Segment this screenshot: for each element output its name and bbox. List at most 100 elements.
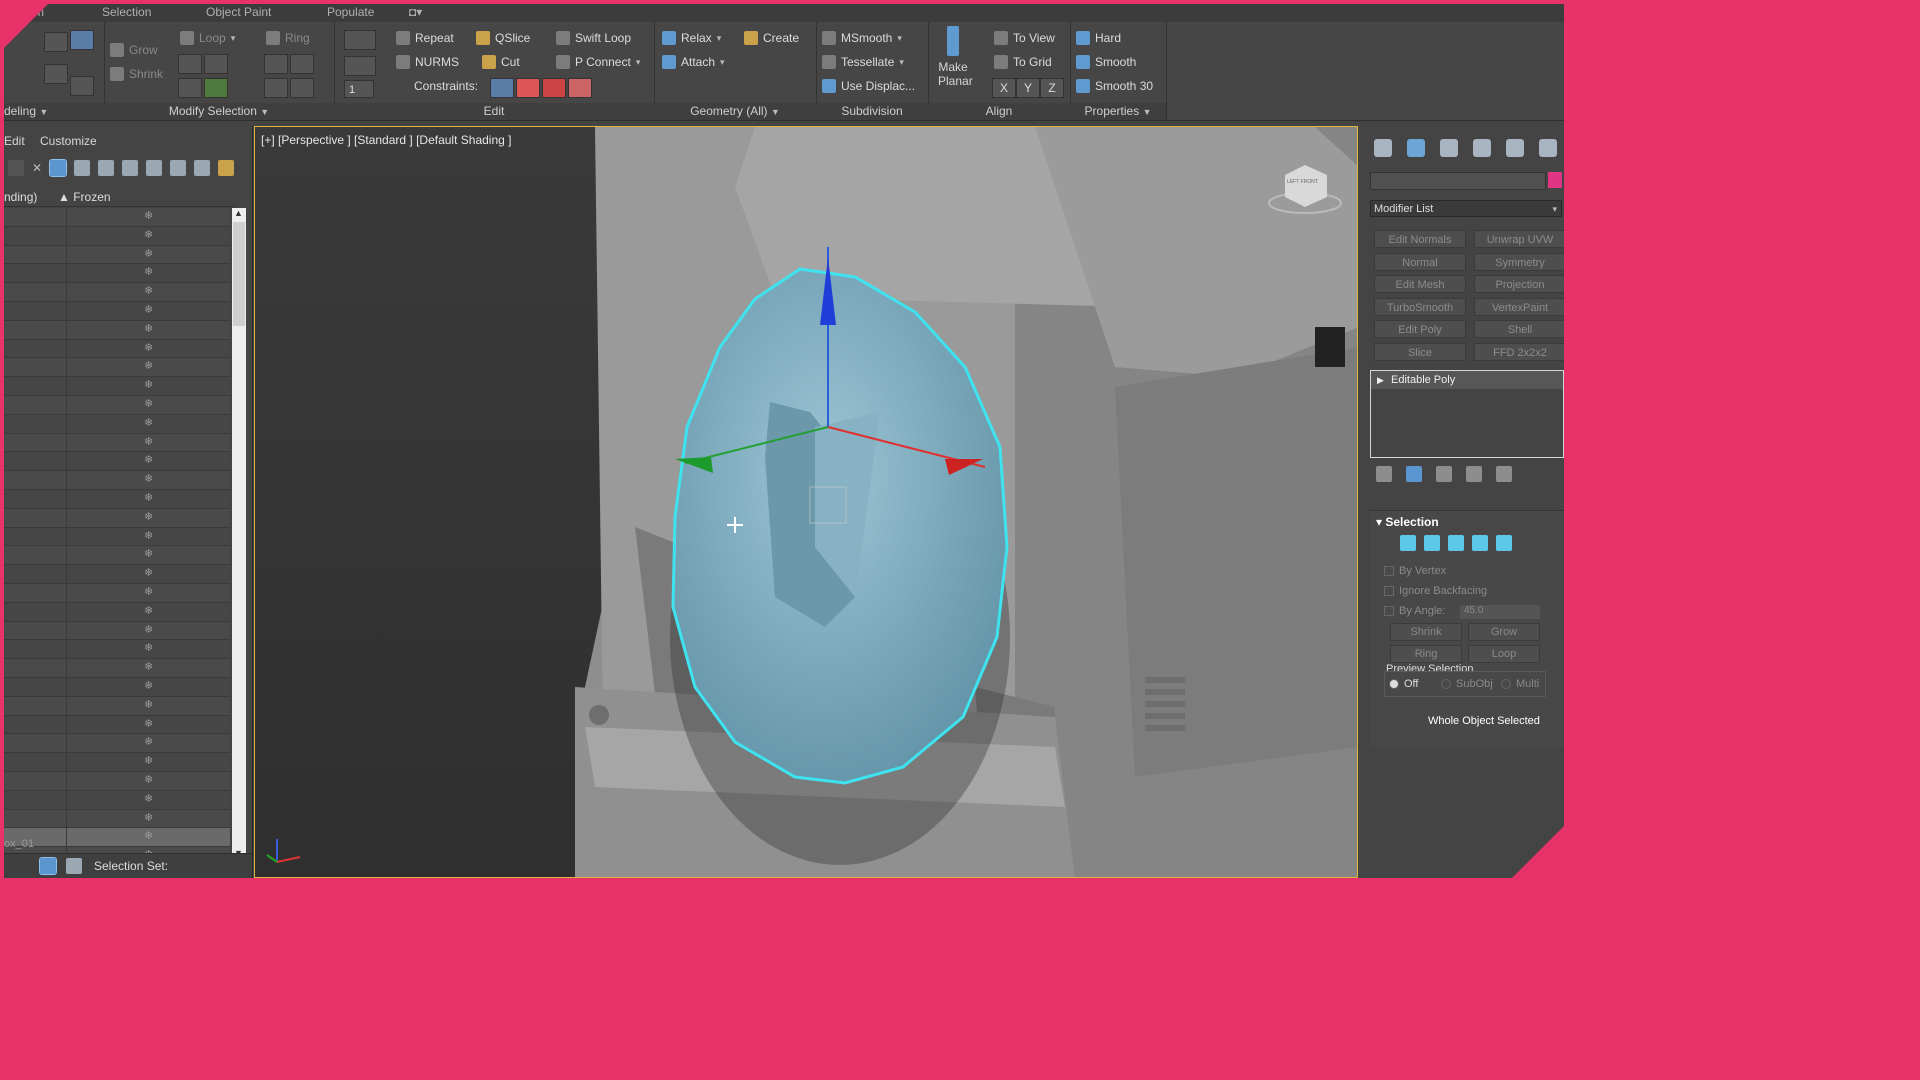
frozen-snowflake-icon[interactable]: ❄ [144,773,153,786]
show-end-result-icon[interactable] [1406,466,1422,482]
remove-modifier-icon[interactable] [1466,466,1482,482]
modifier-button[interactable]: Edit Mesh [1374,275,1466,293]
frozen-snowflake-icon[interactable]: ❄ [144,604,153,617]
loop-dots-icon[interactable] [204,78,228,98]
modifier-button[interactable]: FFD 2x2x2 [1474,342,1564,361]
qslice-button[interactable]: QSlice [476,28,530,48]
ring-grow-icon[interactable] [264,54,288,74]
list-item[interactable]: ❄ [4,546,230,566]
frozen-snowflake-icon[interactable]: ❄ [144,341,153,354]
align-x-button[interactable]: X [992,78,1016,98]
frozen-snowflake-icon[interactable]: ❄ [144,303,153,316]
smooth-button[interactable]: Smooth [1076,52,1136,72]
frozen-snowflake-icon[interactable]: ❄ [144,510,153,523]
frozen-snowflake-icon[interactable]: ❄ [144,547,153,560]
modeling-group-title[interactable]: deling [4,104,36,118]
modifier-button[interactable]: Projection [1474,275,1564,293]
viewport-label[interactable]: [+] [Perspective ] [Standard ] [Default … [261,133,511,147]
list-item[interactable]: ❄ [4,677,230,697]
frozen-snowflake-icon[interactable]: ❄ [144,228,153,241]
menu-customize[interactable]: Customize [40,134,97,148]
create-button[interactable]: Create [744,28,799,48]
properties-group-title[interactable]: Properties [1085,104,1140,118]
shrink-button[interactable]: Shrink [1390,623,1462,641]
list-item[interactable]: ❄ [4,358,230,378]
list-item[interactable]: ❄ [4,583,230,603]
border-icon[interactable] [1448,535,1464,551]
frozen-snowflake-icon[interactable]: ❄ [144,322,153,335]
pin-stack-icon[interactable] [1376,466,1392,482]
list-item[interactable]: ❄ [4,395,230,415]
swift-loop-button[interactable]: Swift Loop [556,28,631,48]
frozen-snowflake-icon[interactable]: ❄ [144,491,153,504]
list-item[interactable]: ❄ [4,245,230,265]
list-item[interactable]: ❄ [4,320,230,340]
constraint-normal-icon[interactable] [568,78,592,98]
polygon-icon[interactable] [1472,535,1488,551]
list-item[interactable]: ❄ [4,659,230,678]
loop-shrink-icon[interactable] [204,54,228,74]
align-z-button[interactable]: Z [1040,78,1064,98]
repeat-button[interactable]: Repeat [396,28,454,48]
frozen-snowflake-icon[interactable]: ❄ [144,717,153,730]
geometry-group-title[interactable]: Geometry (All) [690,104,767,118]
list-item[interactable]: ❄ [4,565,230,584]
frozen-snowflake-icon[interactable]: ❄ [144,378,153,391]
last-object-name[interactable]: ox_01 [4,838,34,850]
utilities-tab-icon[interactable] [1538,139,1557,157]
display-tab-icon[interactable] [1505,139,1524,157]
loop-grow-icon[interactable] [178,54,202,74]
list-item[interactable]: ❄ [4,471,230,490]
make-planar-button[interactable]: Make Planar [938,26,973,96]
list-item[interactable]: ❄ [4,809,230,829]
grow-button[interactable]: Grow [1468,623,1540,641]
selection-rollout-title[interactable]: ▾ Selection [1376,515,1439,529]
frozen-snowflake-icon[interactable]: ❄ [144,247,153,260]
scroll-thumb[interactable] [233,222,245,326]
frozen-snowflake-icon[interactable]: ❄ [144,754,153,767]
col-frozen[interactable]: ▲ Frozen [58,190,111,204]
tessellate-button[interactable]: Tessellate ▾ [822,52,904,72]
close-icon[interactable]: ✕ [32,161,42,175]
object-color-swatch[interactable] [1548,172,1562,188]
ribbon-options-icon[interactable]: ◘▾ [409,5,422,19]
lock-icon[interactable] [74,160,91,176]
preview-multi-radio[interactable]: Multi [1501,678,1539,690]
list-item[interactable]: ❄ [4,489,230,509]
list-item[interactable]: ❄ [4,771,230,791]
list-item[interactable]: ❄ [4,301,230,321]
loop-button[interactable]: Loop [1468,645,1540,663]
create-tab-icon[interactable] [1373,139,1392,157]
frozen-snowflake-icon[interactable]: ❄ [144,829,153,842]
frozen-snowflake-icon[interactable]: ❄ [144,660,153,673]
modifier-button[interactable]: TurboSmooth [1374,297,1466,316]
list-item[interactable]: ❄ [4,621,230,641]
msmooth-button[interactable]: MSmooth ▾ [822,28,902,48]
by-angle-checkbox[interactable]: By Angle: [1384,605,1445,617]
vertex-icon[interactable] [1400,535,1416,551]
frozen-snowflake-icon[interactable]: ❄ [144,209,153,222]
list-item[interactable]: ❄ [4,208,230,227]
scroll-up-icon[interactable]: ▲ [234,208,243,218]
preview-off-radio[interactable]: Off [1389,678,1418,690]
frozen-snowflake-icon[interactable]: ❄ [144,585,153,598]
find-icon[interactable] [194,160,211,176]
loop-mode-icon[interactable] [178,78,202,98]
stack-item-editable-poly[interactable]: ▶ Editable Poly [1371,371,1563,389]
list-item[interactable]: ❄ [4,414,230,434]
expand-triangle-icon[interactable]: ▶ [1377,371,1384,389]
cut-button[interactable]: Cut [482,52,520,72]
frozen-snowflake-icon[interactable]: ❄ [144,792,153,805]
attach-button[interactable]: Attach ▾ [662,52,725,72]
modifier-list-dropdown[interactable]: Modifier List ▾ [1370,200,1562,217]
frozen-snowflake-icon[interactable]: ❄ [144,529,153,542]
list-item[interactable]: ❄ [4,452,230,472]
list-item[interactable]: ❄ [4,753,230,772]
modifier-button[interactable]: Edit Normals [1374,230,1466,248]
list-item[interactable]: ❄ [4,264,230,284]
layer-explorer-icon[interactable] [39,857,57,875]
constraint-none-icon[interactable] [490,78,514,98]
modifier-button[interactable]: Edit Poly [1374,320,1466,338]
hierarchy-icon[interactable] [146,160,163,176]
tab-object-paint[interactable]: Object Paint [206,5,271,19]
